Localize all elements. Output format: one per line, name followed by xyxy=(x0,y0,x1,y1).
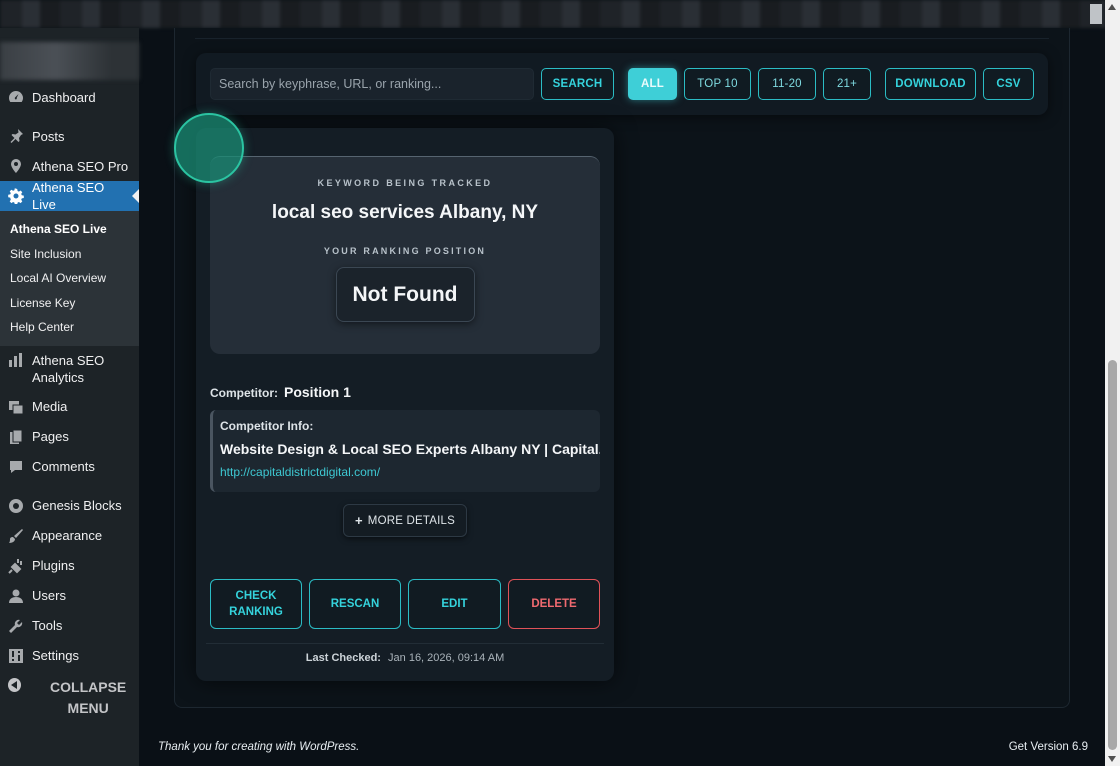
scrollbar-thumb[interactable] xyxy=(1108,360,1117,750)
sidebar-item-settings[interactable]: Settings xyxy=(0,641,139,671)
last-checked-label: Last Checked: xyxy=(305,652,381,664)
pin-icon xyxy=(8,128,24,144)
edit-button[interactable]: EDIT xyxy=(408,579,501,629)
sidebar-item-label: Comments xyxy=(32,459,95,474)
sidebar-item-plugins[interactable]: Plugins xyxy=(0,551,139,581)
check-ranking-label: CHECK RANKING xyxy=(229,590,283,618)
sidebar-item-appearance[interactable]: Appearance xyxy=(0,521,139,551)
sidebar-item-label: Users xyxy=(32,588,66,603)
search-button[interactable]: SEARCH xyxy=(541,68,614,100)
competitor-info-label: Competitor Info: xyxy=(220,419,314,433)
competitor-title: Website Design & Local SEO Experts Alban… xyxy=(220,441,600,457)
sidebar-item-label: Athena SEO Live xyxy=(32,180,105,212)
admin-sidebar: Dashboard Posts Athena SEO Pro Athena SE… xyxy=(0,28,139,766)
filter-all-button[interactable]: ALL xyxy=(628,68,677,100)
sidebar-item-media[interactable]: Media xyxy=(0,392,139,422)
admin-bar-avatar[interactable] xyxy=(1090,4,1102,24)
genesis-icon xyxy=(8,498,24,514)
submenu-item-license-key[interactable]: License Key xyxy=(0,291,139,316)
card-divider xyxy=(206,643,604,644)
scroll-up-icon[interactable] xyxy=(1108,4,1116,10)
keyword-summary: KEYWORD BEING TRACKED local seo services… xyxy=(210,156,600,354)
scroll-down-icon[interactable] xyxy=(1108,756,1116,762)
sidebar-item-label: Plugins xyxy=(32,558,75,573)
sidebar-item-genesis-blocks[interactable]: Genesis Blocks xyxy=(0,491,139,521)
competitor-info-box: Competitor Info: Website Design & Local … xyxy=(210,410,600,492)
sidebar-item-athena-seo-analytics[interactable]: Athena SEO Analytics xyxy=(0,350,139,390)
filter-toolbar: SEARCH ALL TOP 10 11-20 21+ DOWNLOAD CSV xyxy=(196,53,1048,115)
rescan-button[interactable]: RESCAN xyxy=(309,579,401,629)
competitor-position: Position 1 xyxy=(284,384,351,400)
competitor-label: Competitor: xyxy=(210,386,278,400)
sidebar-item-label: Athena SEO Analytics xyxy=(32,352,105,385)
download-button[interactable]: DOWNLOAD xyxy=(885,68,976,100)
more-details-label: MORE DETAILS xyxy=(367,514,455,527)
filter-21plus-button[interactable]: 21+ xyxy=(823,68,871,100)
filter-top10-button[interactable]: TOP 10 xyxy=(684,68,751,100)
competitor-row: Competitor: Position 1 xyxy=(210,384,351,400)
gear-icon xyxy=(8,188,24,204)
pages-icon xyxy=(8,429,24,445)
more-details-button[interactable]: + MORE DETAILS xyxy=(343,504,467,537)
submenu-item-site-inclusion[interactable]: Site Inclusion xyxy=(0,242,139,267)
sidebar-item-users[interactable]: Users xyxy=(0,581,139,611)
sidebar-item-label: Media xyxy=(32,399,68,414)
page-scrollbar[interactable] xyxy=(1105,0,1120,766)
check-ranking-button[interactable]: CHECK RANKING xyxy=(210,579,302,629)
ranking-label: YOUR RANKING POSITION xyxy=(323,246,487,256)
csv-button[interactable]: CSV xyxy=(983,68,1034,100)
footer-version[interactable]: Get Version 6.9 xyxy=(1009,741,1088,753)
filter-11-20-button[interactable]: 11-20 xyxy=(758,68,816,100)
site-name-blurred xyxy=(0,42,139,80)
delete-button[interactable]: DELETE xyxy=(508,579,600,629)
sidebar-item-label: Dashboard xyxy=(32,89,96,105)
sidebar-item-label: Pages xyxy=(32,429,69,444)
settings-icon xyxy=(8,648,24,664)
collapse-arrow-icon xyxy=(8,677,22,692)
submenu-item-help-center[interactable]: Help Center xyxy=(0,315,139,340)
sidebar-item-pages[interactable]: Pages xyxy=(0,422,139,452)
ranking-value: Not Found xyxy=(335,267,475,322)
keyword-card: KEYWORD BEING TRACKED local seo services… xyxy=(196,128,614,681)
sidebar-item-athena-seo-pro[interactable]: Athena SEO Pro xyxy=(0,151,139,181)
brush-icon xyxy=(8,528,24,544)
last-checked: Last Checked: Jan 16, 2026, 09:14 AM xyxy=(196,652,614,664)
dashboard-icon xyxy=(8,89,24,105)
sidebar-item-tools[interactable]: Tools xyxy=(0,611,139,641)
sidebar-item-label: Posts xyxy=(32,128,65,144)
user-icon xyxy=(8,588,24,604)
sidebar-item-label: Tools xyxy=(32,618,63,633)
sidebar-item-dashboard[interactable]: Dashboard xyxy=(0,82,139,112)
main-content: SEARCH ALL TOP 10 11-20 21+ DOWNLOAD CSV… xyxy=(156,28,1088,766)
keyword-title: local seo services Albany, NY xyxy=(271,202,539,223)
sidebar-item-label: Genesis Blocks xyxy=(32,498,122,513)
bar-chart-icon xyxy=(8,352,24,368)
sidebar-item-athena-seo-live[interactable]: Athena SEO Live xyxy=(0,180,139,212)
wrench-icon xyxy=(8,618,24,634)
competitor-url-link[interactable]: http://capitaldistrictdigital.com/ xyxy=(220,465,600,479)
cursor-highlight xyxy=(174,113,244,183)
plus-icon: + xyxy=(355,513,363,528)
location-pin-icon xyxy=(8,158,24,174)
comment-icon xyxy=(8,459,24,475)
submenu-item-athena-seo-live[interactable]: Athena SEO Live xyxy=(0,217,139,242)
sidebar-item-comments[interactable]: Comments xyxy=(0,452,139,482)
footer-thanks[interactable]: Thank you for creating with WordPress. xyxy=(158,741,359,753)
last-checked-value: Jan 16, 2026, 09:14 AM xyxy=(388,652,505,664)
search-input[interactable] xyxy=(210,68,534,100)
collapse-label: COLLAPSE MENU xyxy=(50,678,127,716)
sidebar-submenu: Athena SEO Live Site Inclusion Local AI … xyxy=(0,211,139,346)
admin-bar xyxy=(0,0,1105,28)
collapse-menu-button[interactable]: COLLAPSE MENU xyxy=(0,677,139,719)
sidebar-item-posts[interactable]: Posts xyxy=(0,121,139,151)
sidebar-item-label: Athena SEO Pro xyxy=(32,158,129,174)
submenu-item-local-ai-overview[interactable]: Local AI Overview xyxy=(0,266,139,291)
sidebar-item-label: Settings xyxy=(32,648,79,663)
sidebar-item-label: Appearance xyxy=(32,528,103,543)
media-icon xyxy=(8,399,24,415)
keyword-label: KEYWORD BEING TRACKED xyxy=(317,178,493,188)
plug-icon xyxy=(8,558,24,574)
